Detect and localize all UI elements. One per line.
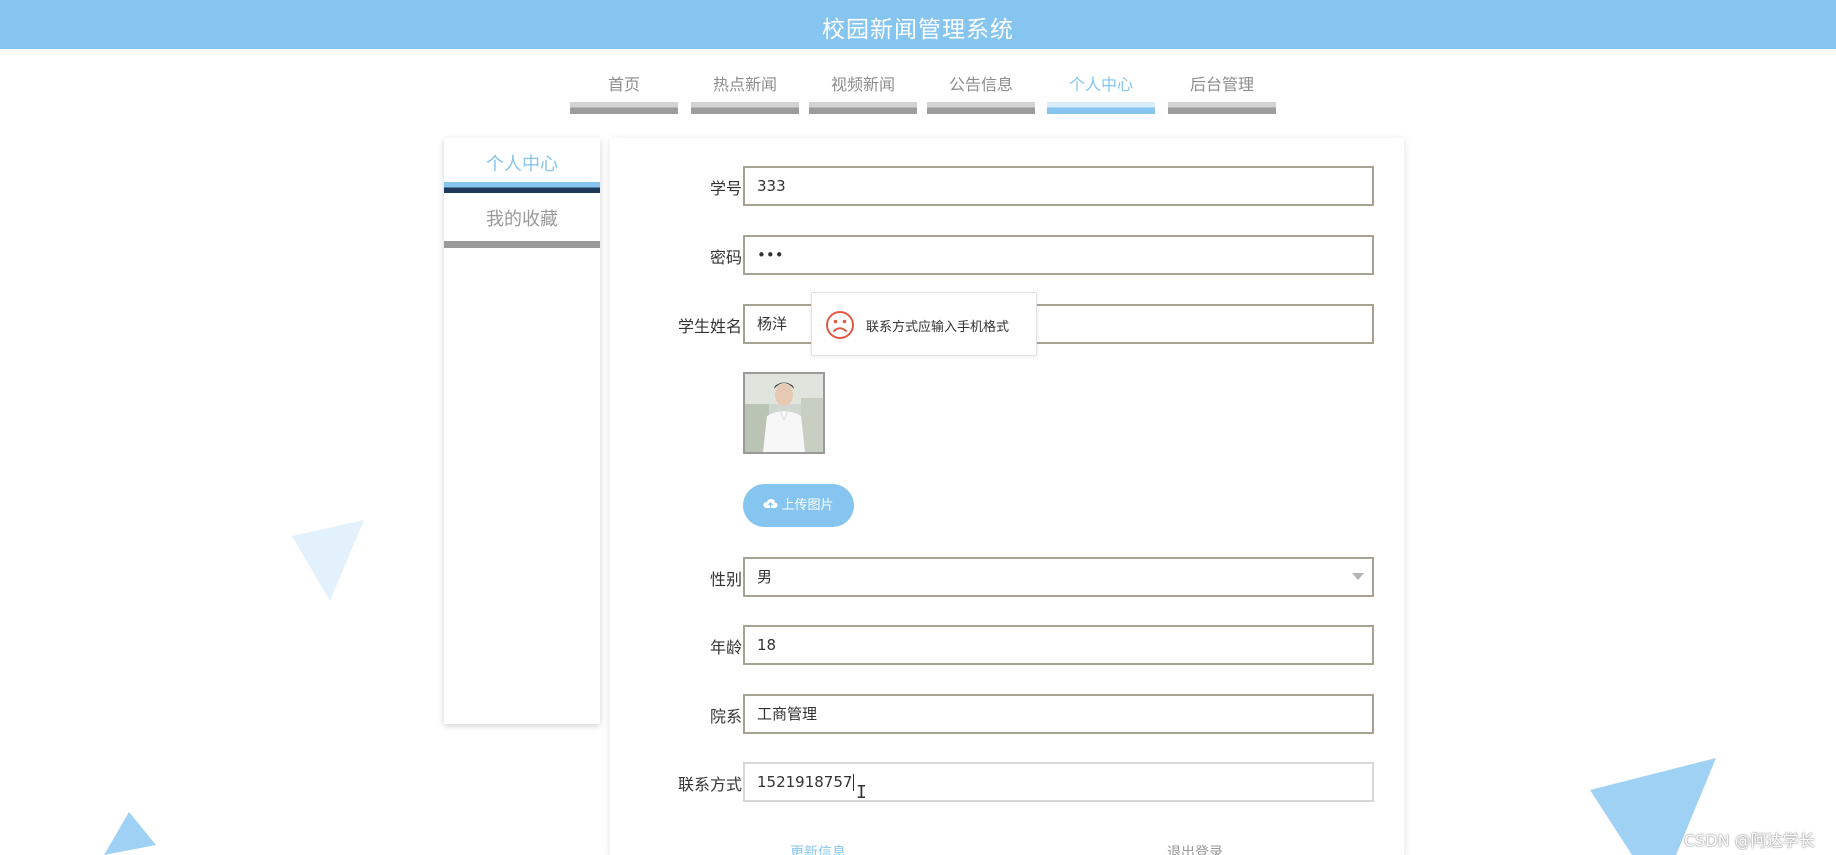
form-row-phone: 联系方式 1521918757 — [610, 762, 1404, 802]
nav-item-bar — [809, 102, 917, 114]
form-row-student-id: 学号 333 — [610, 166, 1404, 206]
nav-item-label: 公告信息 — [948, 75, 1013, 94]
phone-input-value: 1521918757 — [757, 773, 853, 791]
watermark: CSDN @阿达学长 — [1684, 831, 1815, 850]
sidebar-item-favorites[interactable]: 我的收藏 — [444, 193, 600, 248]
sidebar: 个人中心 我的收藏 — [444, 138, 600, 724]
avatar-image — [743, 372, 825, 454]
nav-item-bar — [691, 102, 799, 114]
form-row-password: 密码 ••• — [610, 235, 1404, 275]
nav-item-admin[interactable]: 后台管理 — [1168, 60, 1276, 114]
form-row-gender: 性别 男 — [610, 557, 1404, 597]
nav-item-personal-center[interactable]: 个人中心 — [1047, 60, 1155, 114]
top-nav: 首页 热点新闻 视频新闻 公告信息 个人中心 后台管理 — [0, 60, 1836, 116]
app-root: 校园新闻管理系统 首页 热点新闻 视频新闻 公告信息 个人中心 后台管理 个人中… — [0, 0, 1836, 855]
nav-item-bar — [927, 102, 1035, 114]
phone-input[interactable]: 1521918757 — [743, 762, 1374, 802]
triangle-decoration — [292, 520, 364, 601]
nav-item-label: 热点新闻 — [712, 75, 777, 94]
chevron-down-icon — [1352, 573, 1364, 580]
profile-form-panel: 学号 333 密码 ••• 学生姓名 杨洋 上传图片 性别 男 年龄 18 院系… — [610, 138, 1404, 855]
ibeam-cursor-icon: I — [856, 782, 867, 803]
age-input[interactable]: 18 — [743, 625, 1374, 665]
update-info-button[interactable]: 更新信息 — [790, 842, 846, 855]
gender-select-value: 男 — [757, 568, 773, 586]
nav-item-home[interactable]: 首页 — [570, 60, 678, 114]
app-title: 校园新闻管理系统 — [822, 17, 1014, 43]
logout-button[interactable]: 退出登录 — [1167, 842, 1223, 855]
form-row-department: 院系 工商管理 — [610, 694, 1404, 734]
upload-image-button[interactable]: 上传图片 — [743, 484, 854, 527]
student-id-label: 学号 — [709, 179, 742, 198]
password-input[interactable]: ••• — [743, 235, 1374, 275]
password-label: 密码 — [709, 248, 742, 267]
avatar-photo — [745, 374, 823, 452]
phone-label: 联系方式 — [677, 775, 742, 794]
nav-item-label: 首页 — [607, 75, 640, 94]
sad-face-icon — [825, 310, 855, 344]
sidebar-item-bar — [444, 182, 600, 193]
student-id-input[interactable]: 333 — [743, 166, 1374, 206]
nav-item-bar — [570, 102, 678, 114]
department-label: 院系 — [709, 707, 742, 726]
header: 校园新闻管理系统 — [0, 0, 1836, 49]
gender-label: 性别 — [709, 570, 742, 589]
gender-select[interactable]: 男 — [743, 557, 1374, 597]
nav-item-bar — [1168, 102, 1276, 114]
nav-item-label: 后台管理 — [1189, 75, 1254, 94]
upload-image-label: 上传图片 — [781, 498, 834, 513]
nav-item-bar — [1047, 102, 1155, 114]
nav-item-video-news[interactable]: 视频新闻 — [809, 60, 917, 114]
nav-item-hot-news[interactable]: 热点新闻 — [691, 60, 799, 114]
validation-tooltip: 联系方式应输入手机格式 — [811, 292, 1037, 356]
name-label: 学生姓名 — [677, 317, 742, 336]
cloud-upload-icon — [763, 484, 779, 527]
age-label: 年龄 — [709, 638, 742, 657]
sidebar-item-personal-center[interactable]: 个人中心 — [444, 138, 600, 193]
form-row-age: 年龄 18 — [610, 625, 1404, 665]
triangle-decoration — [104, 812, 156, 855]
sidebar-item-label: 我的收藏 — [486, 209, 558, 230]
nav-item-label: 视频新闻 — [830, 75, 895, 94]
validation-message: 联系方式应输入手机格式 — [866, 320, 1010, 335]
department-input[interactable]: 工商管理 — [743, 694, 1374, 734]
sidebar-item-bar — [444, 241, 600, 248]
sidebar-item-label: 个人中心 — [486, 154, 558, 175]
nav-item-label: 个人中心 — [1068, 75, 1133, 94]
nav-item-announcements[interactable]: 公告信息 — [927, 60, 1035, 114]
text-caret — [853, 774, 855, 791]
